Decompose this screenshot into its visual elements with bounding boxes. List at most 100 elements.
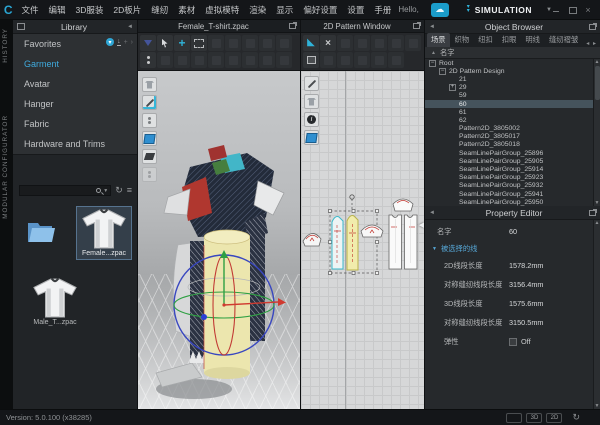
folder-up-icon[interactable] bbox=[26, 218, 56, 249]
dim[interactable] bbox=[371, 52, 387, 68]
dim[interactable] bbox=[276, 52, 292, 68]
dim[interactable] bbox=[208, 35, 224, 51]
dim[interactable] bbox=[405, 35, 421, 51]
dim[interactable] bbox=[208, 52, 224, 68]
dim[interactable] bbox=[354, 52, 370, 68]
tree-row[interactable]: Root bbox=[425, 59, 593, 67]
tree-row[interactable]: 61 bbox=[425, 108, 593, 116]
tree-expander-icon[interactable] bbox=[439, 68, 446, 75]
dim[interactable] bbox=[157, 52, 173, 68]
library-list-item[interactable]: Garment bbox=[13, 54, 137, 74]
cloud-sync-button[interactable]: ☁ bbox=[431, 3, 449, 17]
dim[interactable] bbox=[388, 52, 404, 68]
tree-row[interactable]: Pattern2D_3805017 bbox=[425, 133, 593, 141]
tree-row[interactable]: Pattern2D_3805002 bbox=[425, 125, 593, 133]
dim[interactable] bbox=[259, 35, 275, 51]
popout-icon[interactable] bbox=[413, 23, 420, 29]
scroll-up-icon[interactable]: ▲ bbox=[594, 220, 600, 226]
menu-item[interactable]: 渲染 bbox=[249, 4, 266, 16]
object-browser-tab[interactable]: 明线 bbox=[521, 33, 544, 47]
object-browser-tab[interactable]: 缝纫褶皱 bbox=[545, 33, 582, 47]
simulate-down[interactable] bbox=[140, 35, 156, 51]
select-tool[interactable] bbox=[157, 35, 173, 51]
tree-row[interactable]: SeamLinePairGroup_25950 bbox=[425, 198, 593, 206]
tree-row[interactable]: SeamLinePairGroup_25932 bbox=[425, 182, 593, 190]
menu-item[interactable]: 显示 bbox=[276, 4, 293, 16]
popout-icon[interactable] bbox=[589, 210, 596, 216]
list-view-icon[interactable]: ≡ bbox=[127, 186, 132, 195]
library-list-item[interactable]: Hanger bbox=[13, 94, 137, 114]
tree-row[interactable]: 21 bbox=[425, 75, 593, 83]
dim[interactable] bbox=[174, 52, 190, 68]
scroll-down-icon[interactable]: ▼ bbox=[594, 200, 600, 206]
tree-expander-icon[interactable] bbox=[429, 60, 436, 67]
dim[interactable] bbox=[276, 35, 292, 51]
pin-icon[interactable]: ◄ bbox=[425, 24, 439, 30]
tree-row[interactable]: SeamLinePairGroup_25896 bbox=[425, 149, 593, 157]
tree-row[interactable]: 29 bbox=[425, 84, 593, 92]
dim[interactable] bbox=[354, 35, 370, 51]
tree-scrollbar[interactable]: ▲ ▼ bbox=[593, 59, 600, 206]
dim[interactable] bbox=[225, 35, 241, 51]
show-avatar-icon[interactable] bbox=[142, 113, 157, 128]
dim[interactable] bbox=[225, 52, 241, 68]
tree-expander-icon[interactable] bbox=[449, 84, 456, 91]
avatar-tool[interactable] bbox=[140, 52, 156, 68]
rail-tab-history[interactable]: HISTORY bbox=[2, 28, 9, 63]
view-layout-button[interactable] bbox=[506, 413, 522, 423]
tree-row[interactable]: 60 bbox=[425, 100, 593, 108]
tree-row[interactable]: SeamLinePairGroup_25923 bbox=[425, 174, 593, 182]
show-garment-icon[interactable] bbox=[142, 77, 157, 92]
refresh-icon[interactable]: ↻ bbox=[115, 186, 123, 195]
add-icon[interactable]: + bbox=[124, 39, 128, 46]
tree-row[interactable]: SeamLinePairGroup_25941 bbox=[425, 190, 593, 198]
menu-item[interactable]: 3D服装 bbox=[75, 4, 103, 16]
tree-row[interactable]: SeamLinePairGroup_25914 bbox=[425, 165, 593, 173]
marquee-tool[interactable] bbox=[191, 35, 207, 51]
menu-item[interactable]: 设置 bbox=[347, 4, 364, 16]
view-layout-button[interactable]: 2D bbox=[546, 413, 562, 423]
move-tool[interactable] bbox=[174, 35, 190, 51]
menu-item[interactable]: 虚拟模特 bbox=[205, 4, 239, 16]
download-icon[interactable]: ↓ bbox=[117, 38, 121, 46]
rail-tab-modular-configurator[interactable]: MODULAR CONFIGURATOR bbox=[2, 115, 9, 219]
greeting-label[interactable]: Hello, bbox=[398, 5, 418, 14]
show-garment-2d-icon[interactable] bbox=[304, 94, 319, 109]
library-item-male-tshirt[interactable]: Male_T...zpac bbox=[27, 278, 83, 328]
pin-icon[interactable]: ◄ bbox=[425, 210, 439, 216]
dim[interactable] bbox=[388, 35, 404, 51]
simulation-control[interactable]: ▾▾ SIMULATION ▼ bbox=[467, 5, 552, 15]
view-layout-button[interactable]: 3D bbox=[526, 413, 542, 423]
transform-pattern[interactable] bbox=[303, 35, 319, 51]
object-browser-tab[interactable]: 场景 bbox=[427, 33, 450, 47]
tree-row[interactable]: 2D Pattern Design bbox=[425, 67, 593, 75]
section-collapse-icon[interactable]: ▼ bbox=[432, 246, 437, 252]
pattern-tab[interactable]: 2D Pattern Window bbox=[301, 22, 413, 31]
garment-tab[interactable]: Female_T-shirt.zpac bbox=[138, 22, 289, 31]
menu-item[interactable]: 素材 bbox=[178, 4, 195, 16]
paste-tool[interactable] bbox=[303, 52, 319, 68]
menu-item[interactable]: 编辑 bbox=[48, 4, 65, 16]
elastic-checkbox[interactable] bbox=[509, 338, 517, 346]
scrollbar-thumb[interactable] bbox=[595, 66, 600, 100]
scroll-up-icon[interactable]: ▲ bbox=[594, 59, 600, 65]
viewport-3d[interactable] bbox=[138, 71, 300, 409]
avatar-disabled-icon[interactable] bbox=[142, 167, 157, 182]
object-browser-tab[interactable]: 纽扣 bbox=[474, 33, 497, 47]
dim[interactable] bbox=[320, 52, 336, 68]
panel-collapse-arrow-icon[interactable]: ◀ bbox=[419, 221, 424, 229]
menu-item[interactable]: 2D板片 bbox=[113, 4, 141, 16]
tree-row[interactable]: 59 bbox=[425, 92, 593, 100]
dim[interactable] bbox=[191, 52, 207, 68]
sync-icon[interactable]: ↻ bbox=[572, 412, 580, 423]
dim[interactable] bbox=[259, 52, 275, 68]
show-pattern-icon[interactable] bbox=[142, 131, 157, 146]
menu-item[interactable]: 偏好设置 bbox=[303, 4, 337, 16]
menu-item[interactable]: 文件 bbox=[21, 4, 38, 16]
tree-row[interactable]: Pattern2D_3805018 bbox=[425, 141, 593, 149]
tree-row[interactable]: 62 bbox=[425, 116, 593, 124]
dim[interactable] bbox=[242, 35, 258, 51]
menu-item[interactable]: 缝纫 bbox=[151, 4, 168, 16]
edit-pen-icon[interactable] bbox=[304, 76, 319, 91]
object-browser-tab[interactable]: 扣眼 bbox=[498, 33, 521, 47]
